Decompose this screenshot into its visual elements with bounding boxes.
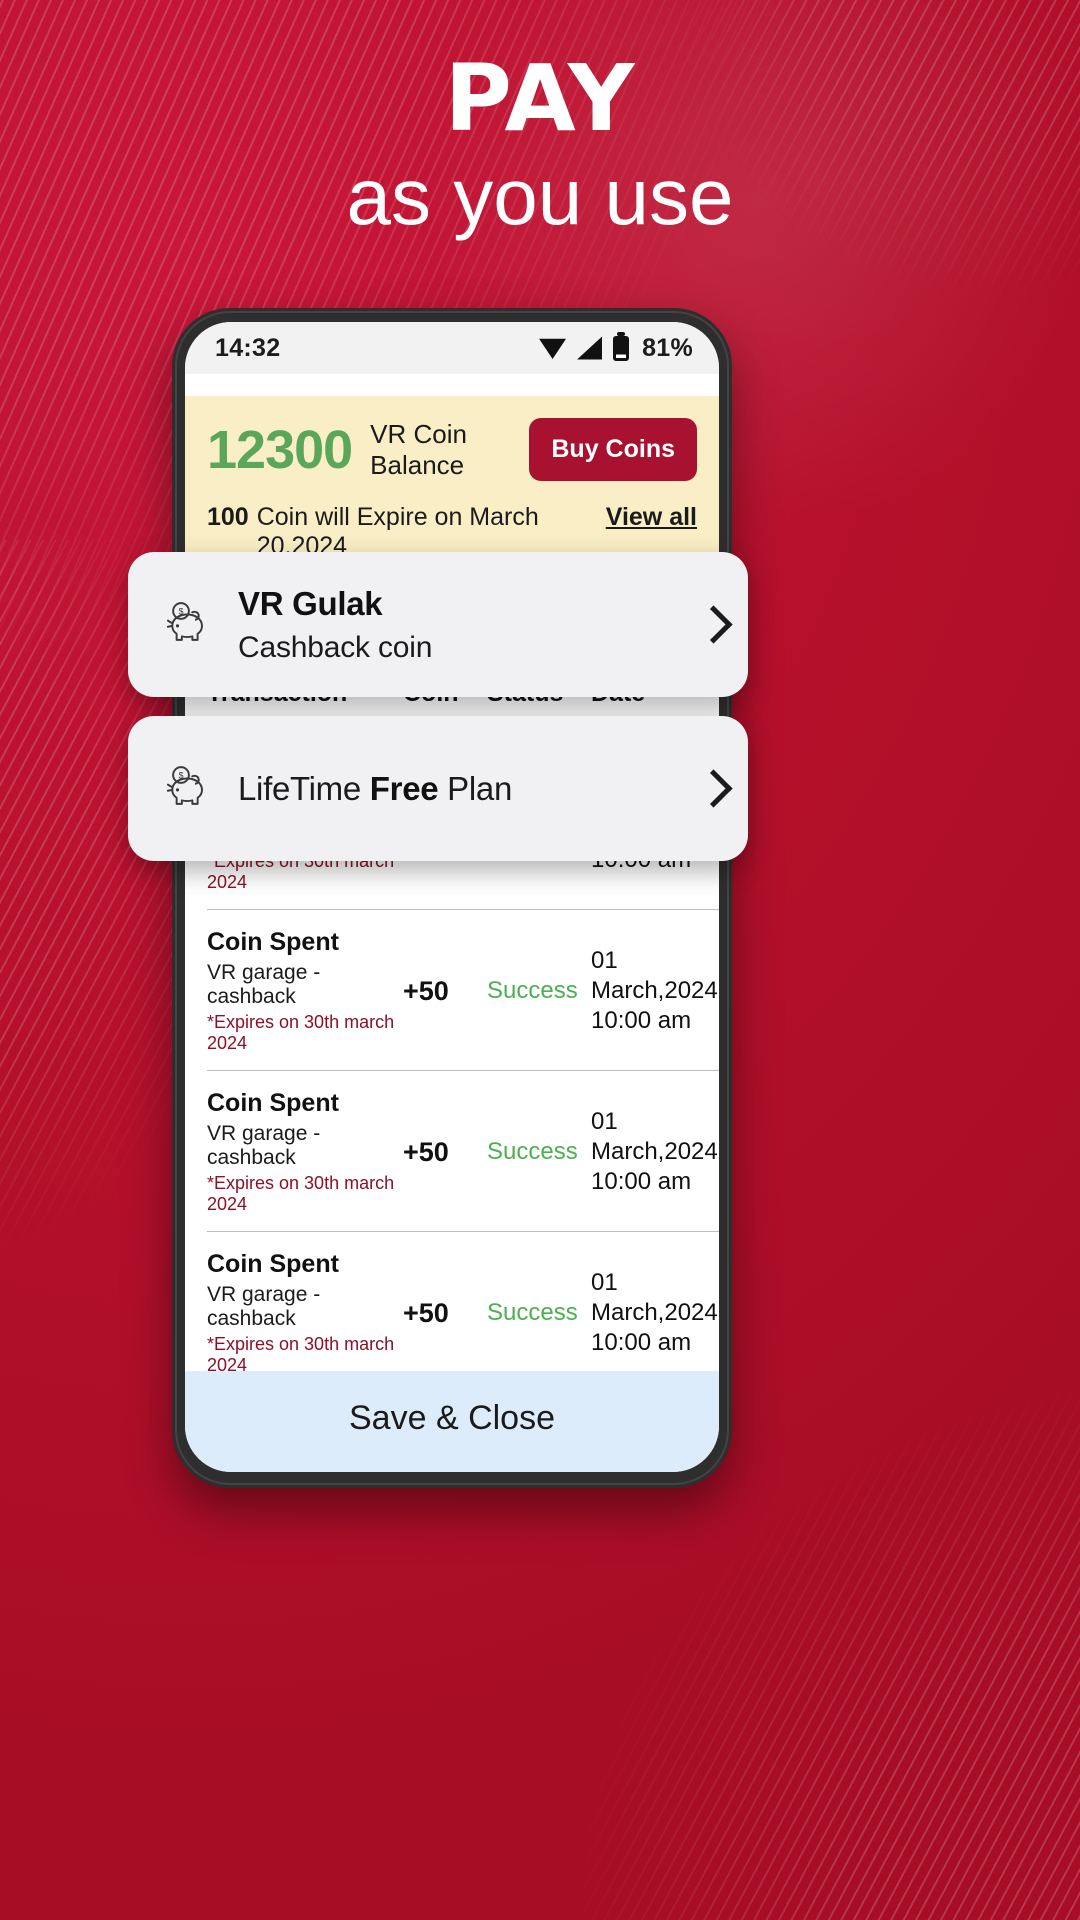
- coin-balance-amount: 12300: [207, 419, 353, 480]
- vr-gulak-card-text: VR Gulak Cashback coin: [238, 585, 686, 665]
- plan-prefix: LifeTime: [238, 769, 370, 807]
- transaction-time: 10:00 am: [591, 1329, 692, 1356]
- coin-balance-row: 12300 VR Coin Balance Buy Coins: [207, 418, 697, 481]
- chevron-right-icon: [700, 605, 722, 645]
- transaction-date: 01 March,2024: [591, 947, 718, 1004]
- plan-bold: Free: [369, 769, 439, 807]
- status-badge: Success: [487, 1299, 578, 1326]
- transaction-expiry: *Expires on 30th march 2024: [207, 1334, 395, 1375]
- cell-coin: +50: [403, 1297, 449, 1328]
- coin-expiry-amount: 100: [207, 503, 249, 531]
- transaction-date: 01 March,2024: [591, 1269, 718, 1326]
- cell-date: 01 March,2024 10:00 am: [591, 946, 719, 1036]
- vr-gulak-title: VR Gulak: [238, 584, 383, 622]
- buy-coins-button[interactable]: Buy Coins: [529, 418, 697, 481]
- transaction-time: 10:00 am: [591, 1007, 692, 1034]
- transaction-time: 10:00 am: [591, 1168, 692, 1195]
- cell-transaction: Coin Spent VR garage - cashback *Expires…: [207, 928, 403, 1054]
- battery-percent-label: 81%: [642, 333, 693, 362]
- hero-line-1: PAY: [444, 45, 636, 152]
- transaction-detail: VR garage - cashback: [207, 961, 321, 1008]
- transaction-date: 01 March,2024: [591, 1108, 718, 1165]
- phone-mockup: 14:32 81% 12300 VR Coin Balance Buy Coin…: [172, 308, 732, 1488]
- transaction-name: Coin Spent: [207, 1250, 339, 1278]
- status-badge: Success: [487, 1138, 578, 1165]
- status-badge: Success: [487, 977, 578, 1004]
- hero-heading: PAY as you use: [0, 52, 1080, 244]
- hero-line-2: as you use: [346, 151, 734, 241]
- chevron-right-icon: [700, 769, 722, 809]
- cell-coin: +50: [403, 975, 449, 1006]
- transaction-expiry: *Expires on 30th march 2024: [207, 1173, 395, 1214]
- cell-date: 01 March,2024 10:00 am: [591, 1107, 719, 1197]
- battery-icon: [613, 335, 630, 361]
- status-bar: 14:32 81%: [185, 322, 719, 374]
- lifetime-free-plan-text: LifeTime Free Plan: [238, 770, 686, 808]
- cell-date: 01 March,2024 10:00 am: [591, 1268, 719, 1358]
- promo-banner: PAY as you use 14:32 81% 12300 VR Coin B…: [0, 0, 1080, 1920]
- save-and-close-button[interactable]: Save & Close: [185, 1371, 719, 1472]
- transaction-expiry: *Expires on 30th march 2024: [207, 1012, 395, 1053]
- cell-coin: +50: [403, 1136, 449, 1167]
- transaction-name: Coin Spent: [207, 928, 339, 956]
- phone-screen: 14:32 81% 12300 VR Coin Balance Buy Coin…: [185, 322, 719, 1472]
- lifetime-free-plan-card[interactable]: $ LifeTime Free Plan: [128, 716, 748, 861]
- table-row[interactable]: Coin Spent VR garage - cashback *Expires…: [207, 1232, 719, 1393]
- coin-balance-label: VR Coin Balance: [370, 418, 467, 480]
- cell-transaction: Coin Spent VR garage - cashback *Expires…: [207, 1089, 403, 1215]
- table-row[interactable]: Coin Spent VR garage - cashback *Expires…: [207, 1071, 719, 1232]
- status-bar-time: 14:32: [215, 333, 281, 362]
- status-bar-spacer: [185, 374, 719, 396]
- vr-gulak-subtitle: Cashback coin: [238, 630, 433, 664]
- lifetime-free-plan-label: LifeTime Free Plan: [238, 770, 686, 808]
- transaction-history-section: Transaction History All Coins Added Coin…: [185, 579, 719, 1393]
- piggy-bank-icon: $: [166, 765, 203, 805]
- wifi-icon: [539, 338, 567, 359]
- view-all-link[interactable]: View all: [606, 503, 697, 532]
- vr-gulak-card[interactable]: $ VR Gulak Cashback coin: [128, 552, 748, 697]
- table-row[interactable]: Coin Spent VR garage - cashback *Expires…: [207, 910, 719, 1071]
- signal-icon: [577, 336, 603, 360]
- piggy-bank-icon: $: [166, 601, 203, 641]
- transaction-detail: VR garage - cashback: [207, 1283, 321, 1330]
- plan-suffix: Plan: [438, 769, 513, 807]
- status-bar-indicators: 81%: [539, 334, 693, 363]
- transaction-detail: VR garage - cashback: [207, 1122, 321, 1169]
- transaction-name: Coin Spent: [207, 1089, 339, 1117]
- cell-transaction: Coin Spent VR garage - cashback *Expires…: [207, 1250, 403, 1376]
